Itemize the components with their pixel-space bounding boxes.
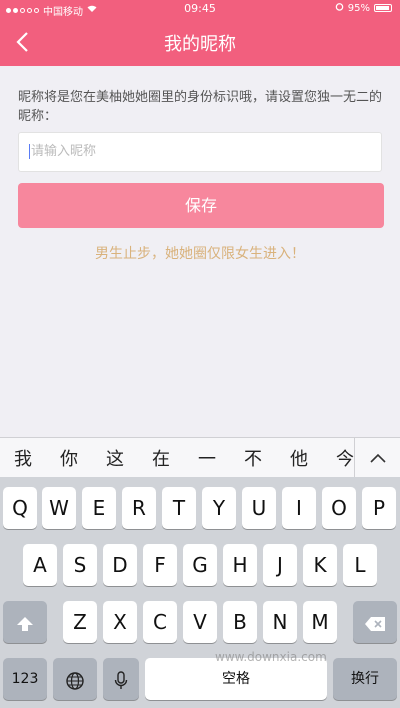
space-key[interactable]: 空格: [145, 658, 327, 700]
keyboard: Q W E R T Y U I O P A S D F G H J K L Z …: [0, 477, 400, 708]
input-placeholder: 请输入昵称: [31, 144, 97, 159]
backspace-icon: [364, 610, 386, 634]
candidate-word[interactable]: 我: [0, 445, 46, 471]
key-q[interactable]: Q: [3, 487, 37, 529]
key-l[interactable]: L: [343, 544, 377, 586]
key-f[interactable]: F: [143, 544, 177, 586]
return-key[interactable]: 换行: [333, 658, 397, 700]
key-w[interactable]: W: [42, 487, 76, 529]
key-i[interactable]: I: [282, 487, 316, 529]
key-j[interactable]: J: [263, 544, 297, 586]
key-r[interactable]: R: [122, 487, 156, 529]
candidate-word[interactable]: 在: [138, 445, 184, 471]
save-button[interactable]: 保存: [18, 183, 384, 228]
key-m[interactable]: M: [303, 601, 337, 643]
alarm-icon: [335, 2, 344, 14]
nickname-description: 昵称将是您在美柚她她圈里的身份标识哦，请设置您独一无二的昵称：: [18, 90, 383, 124]
key-x[interactable]: X: [103, 601, 137, 643]
gender-notice: 男生止步，她她圈仅限女生进入！: [95, 246, 305, 262]
key-s[interactable]: S: [63, 544, 97, 586]
key-t[interactable]: T: [162, 487, 196, 529]
delete-key[interactable]: [353, 601, 397, 643]
shift-key[interactable]: [3, 601, 47, 643]
microphone-icon: [114, 667, 128, 691]
microphone-key[interactable]: [103, 658, 139, 700]
nickname-input[interactable]: 请输入昵称: [18, 132, 382, 172]
battery-icon: [374, 4, 392, 12]
key-h[interactable]: H: [223, 544, 257, 586]
status-bar: 中国移动 09:45 95%: [0, 0, 400, 18]
key-b[interactable]: B: [223, 601, 257, 643]
key-e[interactable]: E: [82, 487, 116, 529]
candidate-word[interactable]: 一: [184, 445, 230, 471]
key-u[interactable]: U: [242, 487, 276, 529]
key-n[interactable]: N: [263, 601, 297, 643]
globe-icon: [65, 667, 85, 691]
numbers-key[interactable]: 123: [3, 658, 47, 700]
key-g[interactable]: G: [183, 544, 217, 586]
key-z[interactable]: Z: [63, 601, 97, 643]
battery-percent: 95%: [347, 2, 370, 14]
globe-key[interactable]: [53, 658, 97, 700]
shift-icon: [16, 610, 34, 634]
key-a[interactable]: A: [23, 544, 57, 586]
key-y[interactable]: Y: [202, 487, 236, 529]
key-k[interactable]: K: [303, 544, 337, 586]
candidate-word[interactable]: 这: [92, 445, 138, 471]
nav-bar: 我的昵称: [0, 18, 400, 66]
key-c[interactable]: C: [143, 601, 177, 643]
page-title: 我的昵称: [164, 34, 236, 55]
candidate-word[interactable]: 不: [230, 445, 276, 471]
candidate-word[interactable]: 他: [276, 445, 322, 471]
watermark: www.downxia.com: [215, 650, 327, 664]
key-d[interactable]: D: [103, 544, 137, 586]
expand-candidates-icon[interactable]: [354, 438, 400, 478]
key-p[interactable]: P: [362, 487, 396, 529]
candidate-bar: 我 你 这 在 一 不 他 今: [0, 437, 400, 478]
key-v[interactable]: V: [183, 601, 217, 643]
candidate-word[interactable]: 你: [46, 445, 92, 471]
text-cursor: [29, 144, 30, 159]
key-o[interactable]: O: [322, 487, 356, 529]
